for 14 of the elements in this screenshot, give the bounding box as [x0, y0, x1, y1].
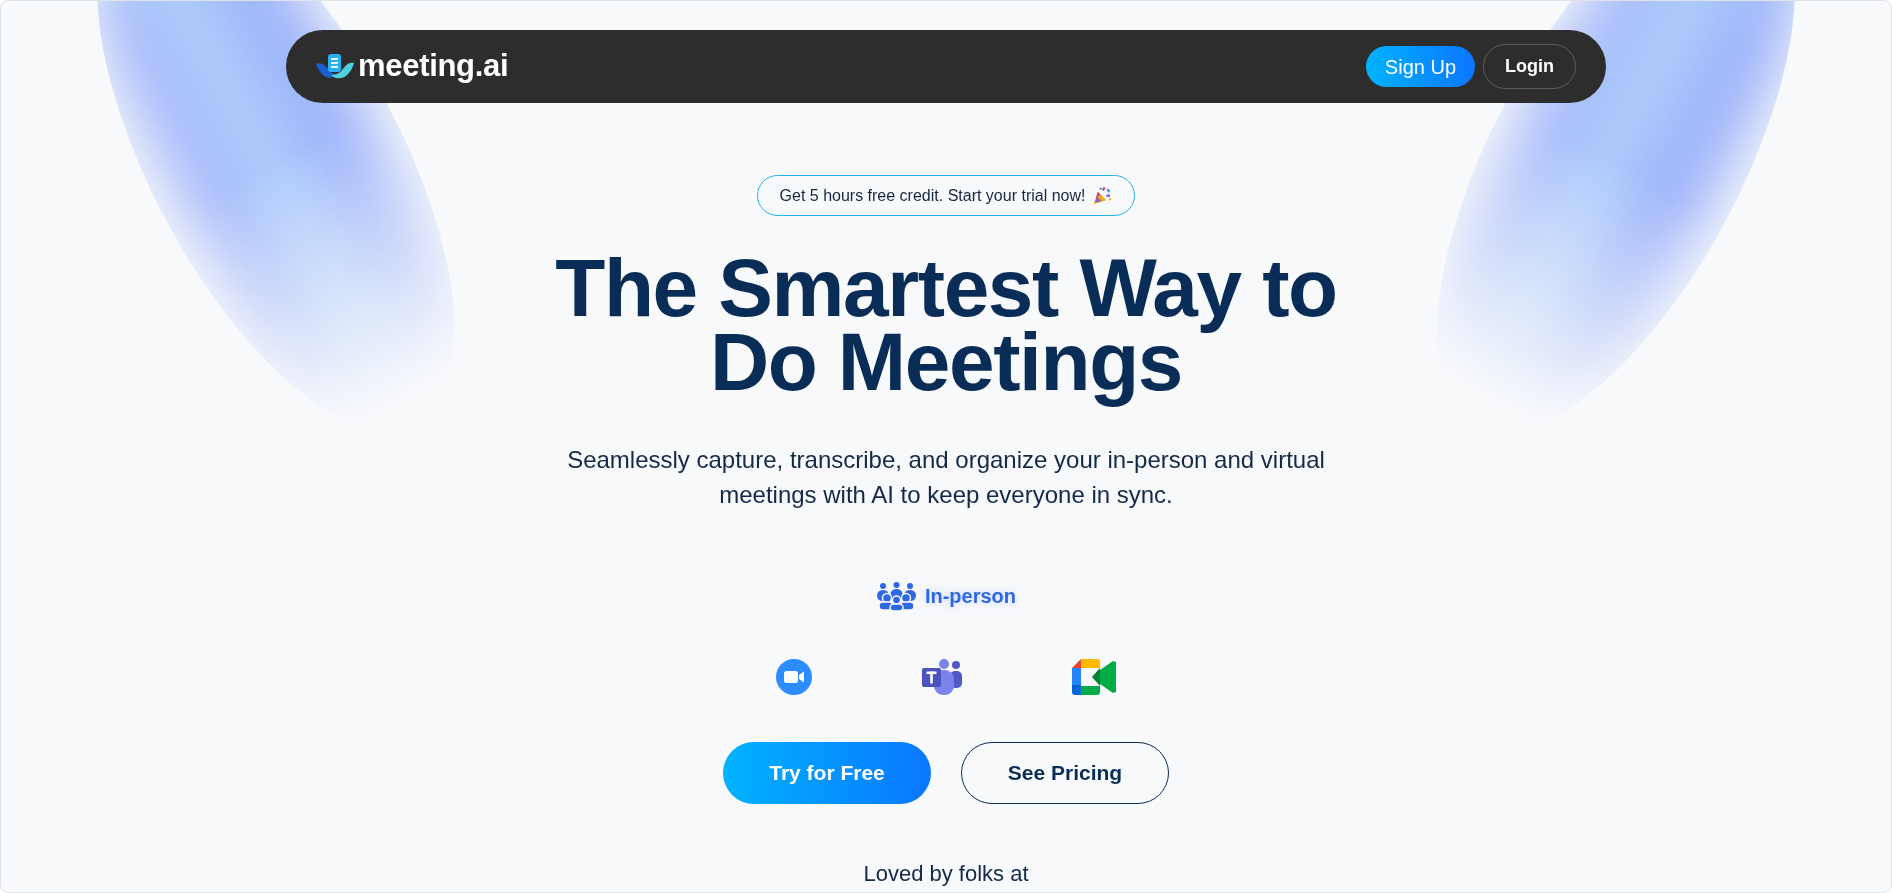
people-tile-icon: [922, 659, 962, 695]
loved-by-text: Loved by folks at: [863, 862, 1029, 886]
logo-icon: [316, 52, 354, 81]
video-frame-icon: [1072, 659, 1116, 695]
hero-subtitle: Seamlessly capture, transcribe, and organize your in-person and virtual meetings with AI to keep everyone in sync.: [566, 445, 1326, 510]
promo-text: Get 5 hours free credit. Start your trial now!: [779, 185, 1086, 206]
promo-badge[interactable]: Get 5 hours free credit. Start your trial now!: [756, 175, 1136, 216]
sign-up-button[interactable]: Sign Up: [1365, 46, 1475, 87]
video-camera-icon: [776, 659, 812, 695]
logo-link[interactable]: meeting.ai: [316, 43, 509, 90]
hero-heading: The Smartest Way to Do Meetings: [554, 251, 1338, 409]
people-group-icon: [875, 581, 917, 611]
party-popper-icon: [1093, 186, 1113, 205]
mode-label: In-person: [924, 584, 1017, 609]
